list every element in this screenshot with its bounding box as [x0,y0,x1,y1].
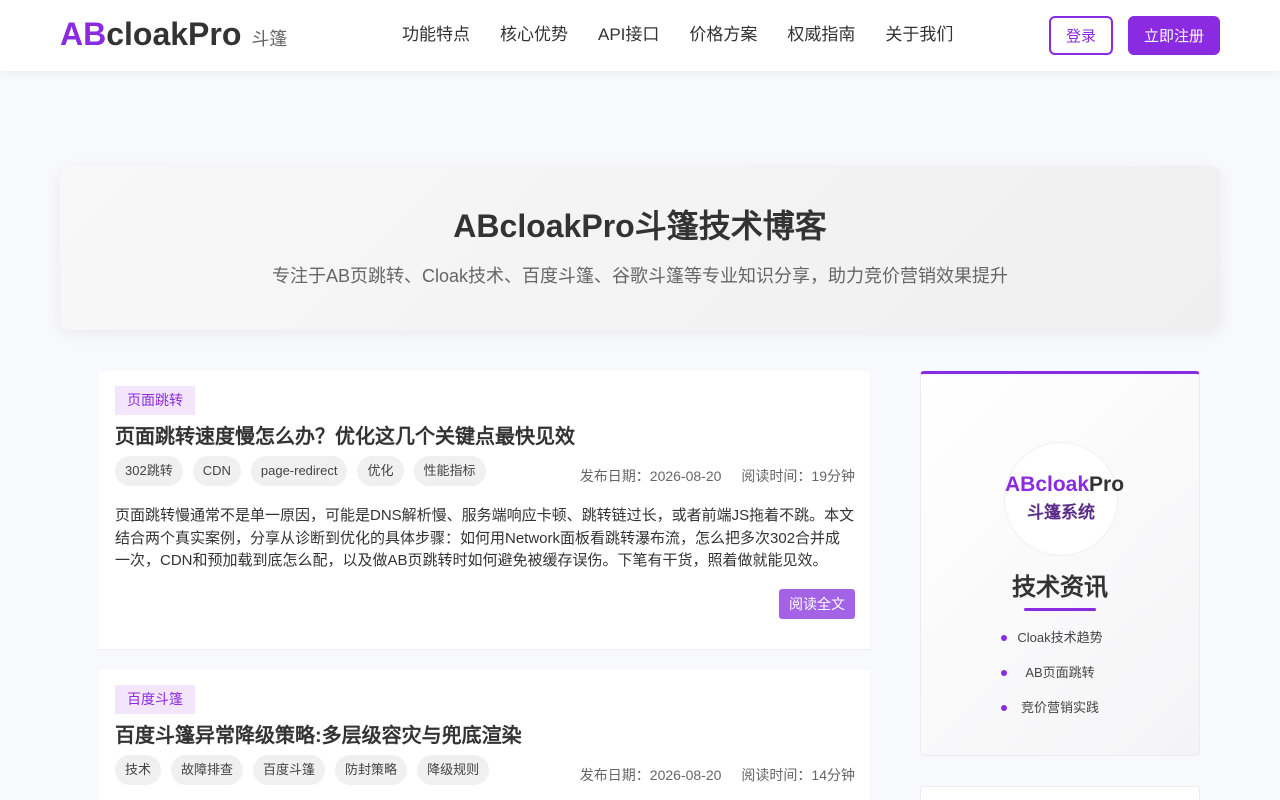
article-meta: 发布日期：2026-08-20 阅读时间：14分钟 [580,766,855,784]
article-tag[interactable]: page-redirect [250,456,348,486]
nav-item-advantages[interactable]: 核心优势 [500,24,568,46]
sidebar-topic-item[interactable]: AB页面跳转 [921,663,1199,698]
sidebar-brand-name: ABcloakPro [1005,472,1124,498]
nav-item-about[interactable]: 关于我们 [885,24,953,46]
article-tags: 技术 故障排查 百度斗篷 防封策略 降级规则 [115,755,499,785]
login-button[interactable]: 登录 [1049,16,1113,55]
sidebar-topic-label: 竞价营销实践 [1020,700,1099,715]
article-card: 百度斗篷 百度斗篷异常降级策略:多层级容灾与兜底渲染 技术 故障排查 百度斗篷 … [99,670,870,800]
nav-item-guide[interactable]: 权威指南 [787,24,855,46]
sidebar-secondary-card [920,786,1200,800]
article-category-badge[interactable]: 页面跳转 [115,386,195,415]
register-button[interactable]: 立即注册 [1128,16,1220,55]
article-read-time: 阅读时间：14分钟 [741,767,855,783]
sidebar-title-underline [1024,608,1096,611]
page-title: ABcloakPro斗篷技术博客 [453,208,827,244]
article-publish-date: 发布日期：2026-08-20 [579,767,722,783]
article-tag[interactable]: 技术 [115,755,162,785]
article-title[interactable]: 百度斗篷异常降级策略:多层级容灾与兜底渲染 [115,723,522,749]
nav-item-pricing[interactable]: 价格方案 [689,24,757,46]
article-tag[interactable]: 故障排查 [171,755,244,785]
sidebar-brand-subtitle: 斗篷系统 [1027,503,1095,522]
sidebar-topic-list: Cloak技术趋势 AB页面跳转 竞价营销实践 [921,628,1199,733]
sidebar-brand-ab: ABcloak [1005,473,1090,496]
article-publish-date: 发布日期：2026-08-20 [579,468,722,484]
article-tag[interactable]: 百度斗篷 [253,755,326,785]
logo-subtitle: 斗篷 [251,29,288,49]
sidebar-tech-news-card: ABcloakPro 斗篷系统 技术资讯 Cloak技术趋势 AB页面跳转 竞价… [920,371,1200,756]
article-meta: 发布日期：2026-08-20 阅读时间：19分钟 [580,467,855,485]
page-subtitle: 专注于AB页跳转、Cloak技术、百度斗篷、谷歌斗篷等专业知识分享，助力竞价营销… [271,266,1009,286]
bullet-dot-icon [1001,705,1007,711]
read-more-button[interactable]: 阅读全文 [779,589,855,619]
site-header: AB cloakPro 斗篷 功能特点 核心优势 API接口 价格方案 权威指南… [0,0,1280,71]
article-tag[interactable]: 302跳转 [115,456,183,486]
article-tag[interactable]: 防封策略 [335,755,408,785]
sidebar-topic-item[interactable]: 竞价营销实践 [921,698,1199,733]
sidebar-title: 技术资讯 [1012,574,1108,601]
article-tags: 302跳转 CDN page-redirect 优化 性能指标 [115,456,496,486]
sidebar-brand-pro: Pro [1089,473,1125,496]
logo-brand-text: cloakPro [106,16,242,52]
article-summary: 页面跳转慢通常不是单一原因，可能是DNS解析慢、服务端响应卡顿、跳转链过长，或者… [115,507,855,569]
sidebar-topic-item[interactable]: Cloak技术趋势 [921,628,1199,663]
bullet-dot-icon [1001,670,1007,676]
article-tag[interactable]: 降级规则 [417,755,490,785]
article-title[interactable]: 页面跳转速度慢怎么办？优化这几个关键点最快见效 [115,424,575,450]
blog-hero: ABcloakPro斗篷技术博客 专注于AB页跳转、Cloak技术、百度斗篷、谷… [60,166,1220,330]
bullet-dot-icon [1001,635,1007,641]
article-category-badge[interactable]: 百度斗篷 [115,685,195,714]
article-tag[interactable]: 性能指标 [413,456,486,486]
logo[interactable]: AB cloakPro 斗篷 [60,16,287,53]
sidebar-topic-label: Cloak技术趋势 [1017,630,1103,645]
article-card: 页面跳转 页面跳转速度慢怎么办？优化这几个关键点最快见效 302跳转 CDN p… [99,371,870,650]
sidebar-brand-badge: ABcloakPro 斗篷系统 [1005,443,1124,555]
article-read-time: 阅读时间：19分钟 [741,468,855,484]
main-nav: 功能特点 核心优势 API接口 价格方案 权威指南 关于我们 [402,24,983,46]
article-tag[interactable]: CDN [192,456,241,486]
logo-ab-text: AB [60,16,107,52]
nav-item-api[interactable]: API接口 [598,24,659,46]
article-tag[interactable]: 优化 [357,456,404,486]
sidebar-topic-label: AB页面跳转 [1025,665,1095,680]
nav-item-features[interactable]: 功能特点 [402,24,470,46]
